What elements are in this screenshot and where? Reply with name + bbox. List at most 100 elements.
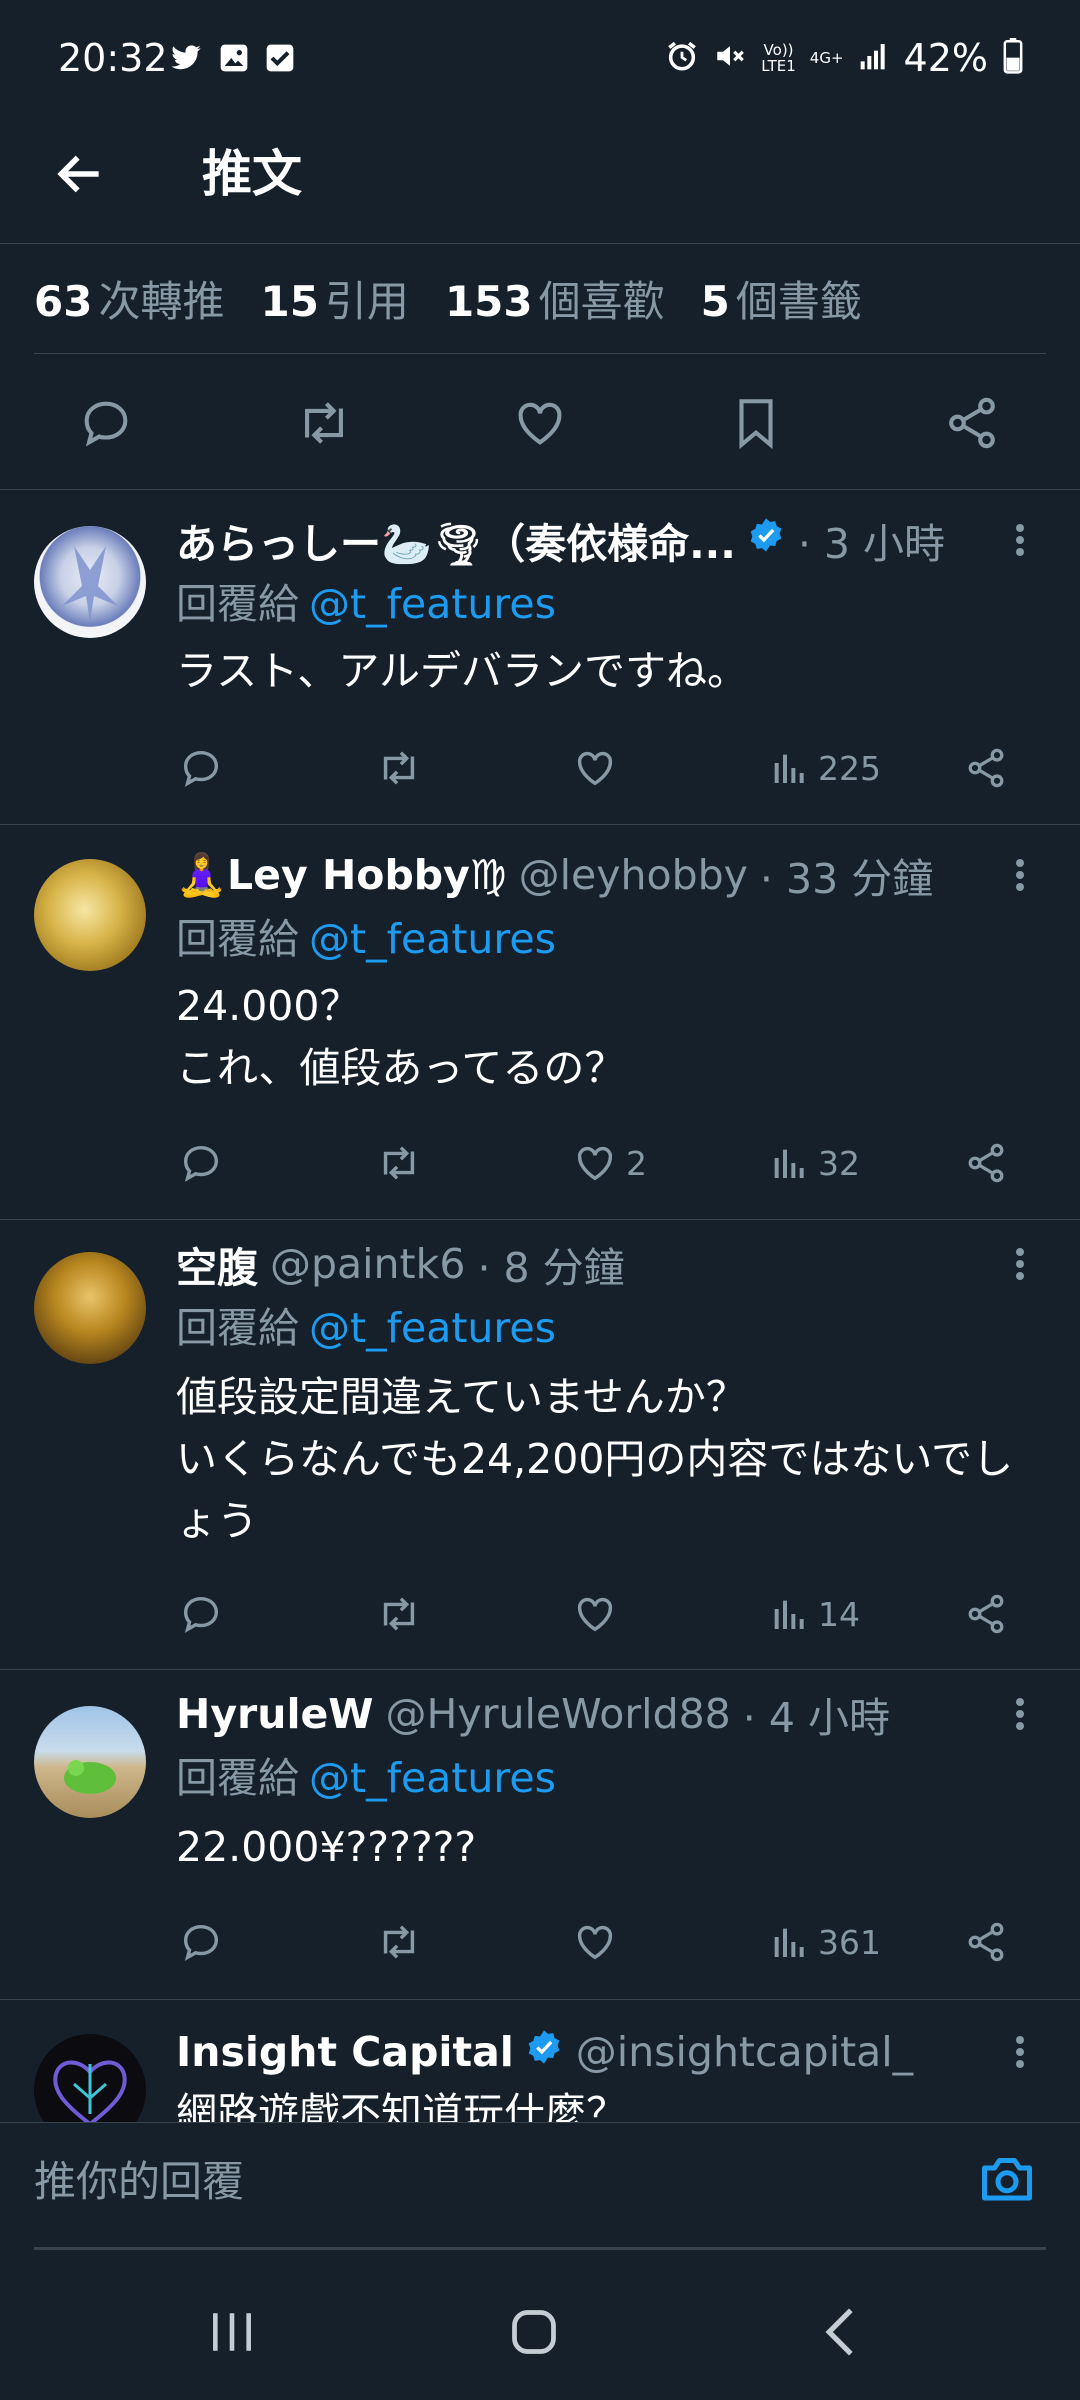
retweet-icon — [383, 1597, 415, 1631]
retweet-button[interactable] — [374, 736, 424, 800]
reply-tweet[interactable]: HyruleW @HyruleWorld88 · 4 小時 回覆給 @t_feat… — [0, 1670, 1080, 2000]
share-icon — [968, 1594, 1004, 1634]
tweet-time[interactable]: · 4 小時 — [743, 1684, 890, 1744]
share-icon — [968, 748, 1004, 788]
like-count: 2 — [626, 1143, 647, 1183]
reply-button[interactable] — [178, 1910, 224, 1974]
share-button[interactable] — [964, 1582, 1008, 1646]
reply-tweet[interactable]: 🧘‍♀️Ley Hobby♍ @leyhobby · 33 分鐘 回覆給 @t_f… — [0, 825, 1080, 1220]
retweet-icon — [305, 402, 343, 444]
reply-actions: 14 — [0, 1582, 1080, 1646]
share-button[interactable] — [964, 736, 1008, 800]
bookmark-icon — [739, 399, 773, 450]
share-button[interactable] — [964, 1910, 1008, 1974]
share-icon — [968, 1922, 1004, 1962]
bookmark-button[interactable] — [722, 389, 790, 457]
like-button[interactable] — [572, 1582, 626, 1646]
reply-actions: 361 — [0, 1910, 1080, 1974]
more-options-button[interactable] — [1000, 1684, 1040, 1744]
reply-icon — [183, 1145, 219, 1182]
views-button[interactable]: 225 — [770, 736, 881, 800]
author-name[interactable]: 🧘‍♀️Ley Hobby♍ — [176, 851, 507, 900]
retweet-icon — [383, 1146, 415, 1180]
views-button[interactable]: 32 — [770, 1131, 860, 1195]
camera-button[interactable] — [972, 2143, 1042, 2213]
tweet-text: ラスト、アルデバランですね。 — [176, 647, 748, 695]
share-button[interactable] — [964, 1131, 1008, 1195]
views-button[interactable]: 14 — [770, 1582, 860, 1646]
author-name[interactable]: あらっしー🦢🌪（奏依様命... — [176, 510, 736, 570]
reply-button[interactable] — [178, 1131, 224, 1195]
reply-icon — [183, 1924, 219, 1961]
reply-button[interactable] — [178, 1582, 224, 1646]
like-icon — [577, 1597, 613, 1632]
back-button[interactable] — [48, 142, 112, 206]
replying-to: 回覆給 @t_features — [176, 915, 556, 963]
more-options-button[interactable] — [1000, 2022, 1040, 2082]
reply-input[interactable] — [34, 2145, 934, 2217]
author-name[interactable]: HyruleW — [176, 1690, 374, 1738]
mention-link[interactable]: @t_features — [309, 580, 556, 628]
avatar[interactable] — [34, 526, 146, 638]
camera-icon — [982, 2158, 1032, 2201]
reply-icon — [84, 401, 128, 447]
views-chart-icon — [774, 1928, 804, 1957]
more-options-button[interactable] — [1000, 1234, 1040, 1294]
reply-button[interactable] — [178, 736, 224, 800]
likes-stat[interactable]: 153 個喜歡 — [445, 268, 665, 329]
share-button[interactable] — [938, 389, 1006, 457]
tweet-time[interactable]: · 3 小時 — [798, 510, 945, 570]
header: 推文 — [0, 120, 1080, 244]
views-button[interactable]: 361 — [770, 1910, 881, 1974]
author-handle[interactable]: @paintk6 — [270, 1240, 465, 1288]
avatar[interactable] — [34, 2034, 146, 2122]
verified-badge-icon — [746, 515, 786, 565]
retweet-button[interactable] — [374, 1582, 424, 1646]
reply-actions: 2 32 — [0, 1131, 1080, 1195]
more-vertical-icon — [1016, 2036, 1024, 2068]
mention-link[interactable]: @t_features — [309, 915, 556, 963]
4g-icon: 4G+ — [809, 49, 844, 67]
author-handle[interactable]: @HyruleWorld88 — [386, 1690, 731, 1738]
like-button[interactable] — [572, 736, 626, 800]
system-back-button[interactable] — [800, 2292, 880, 2372]
reply-button[interactable] — [72, 389, 140, 457]
view-count: 32 — [818, 1143, 860, 1183]
page-title: 推文 — [202, 145, 302, 203]
author-name[interactable]: 空腹 — [176, 1234, 258, 1294]
reply-actions: 225 — [0, 736, 1080, 800]
retweets-stat[interactable]: 63 次轉推 — [34, 268, 224, 329]
mention-link[interactable]: @t_features — [309, 1304, 556, 1352]
tweet-time[interactable]: · 33 分鐘 — [760, 845, 933, 905]
author-name[interactable]: Insight Capital — [176, 2028, 514, 2076]
signal-icon — [858, 40, 890, 76]
like-icon — [577, 1146, 613, 1181]
author-handle[interactable]: @insightcapital_ — [576, 2028, 913, 2076]
system-nav-bar — [0, 2252, 1080, 2400]
avatar[interactable] — [34, 1706, 146, 1818]
retweet-button[interactable] — [290, 389, 358, 457]
avatar[interactable] — [34, 859, 146, 971]
like-button[interactable]: 2 — [572, 1131, 647, 1195]
reply-tweet[interactable]: 空腹 @paintk6 · 8 分鐘 回覆給 @t_features 値段設定間違… — [0, 1220, 1080, 1670]
retweet-button[interactable] — [374, 1131, 424, 1195]
retweet-button[interactable] — [374, 1910, 424, 1974]
home-button[interactable] — [494, 2292, 574, 2372]
retweet-icon — [383, 1925, 415, 1959]
alarm-icon — [665, 39, 699, 77]
tweet-time[interactable]: · 8 分鐘 — [477, 1234, 624, 1294]
tweet-text: 24.000？ これ、値段あってるの？ — [176, 982, 626, 1092]
more-options-button[interactable] — [1000, 845, 1040, 905]
like-button[interactable] — [572, 1910, 626, 1974]
more-options-button[interactable] — [1000, 510, 1040, 570]
like-button[interactable] — [506, 389, 574, 457]
bookmarks-stat[interactable]: 5 個書籤 — [701, 268, 862, 329]
author-handle[interactable]: @leyhobby — [519, 851, 748, 899]
tweet-detail-screen: 20:32 Vo)) LTE1 4G+ 42% 推文 63 次轉推 15 引用 … — [0, 0, 1080, 2400]
reply-tweet[interactable]: Insight Capital @insightcapital_ 網路遊戲不知道… — [0, 2000, 1080, 2122]
reply-tweet[interactable]: あらっしー🦢🌪（奏依様命... · 3 小時 回覆給 @t_features ラス… — [0, 490, 1080, 825]
quotes-stat[interactable]: 15 引用 — [260, 268, 408, 329]
recent-apps-button[interactable] — [192, 2292, 272, 2372]
avatar[interactable] — [34, 1252, 146, 1364]
mention-link[interactable]: @t_features — [309, 1754, 556, 1802]
